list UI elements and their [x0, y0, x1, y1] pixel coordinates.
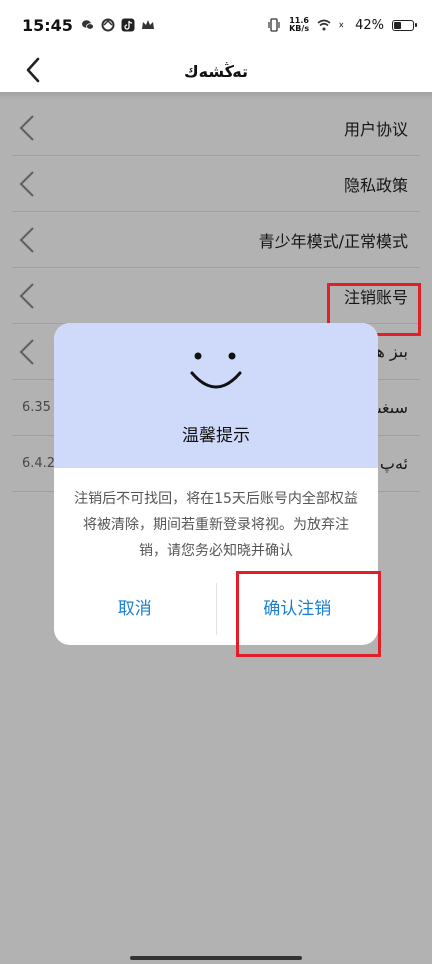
battery-fill: [394, 21, 401, 29]
dialog-message: 注销后不可找回，将在15天后账号内全部权益将被清除，期间若重新登录将视。为放弃注…: [74, 491, 358, 559]
nav-bar: تەڭشەك: [0, 50, 432, 92]
net-speed-unit: KB/s: [289, 24, 310, 33]
status-right: 11.6 KB/s 42%: [267, 17, 417, 33]
smiley-icon: [190, 352, 242, 389]
highlight-box-confirm: [236, 571, 381, 657]
net-speed: 11.6 KB/s: [289, 17, 309, 33]
tiktok-icon: [121, 18, 135, 32]
crown-icon: [141, 20, 154, 29]
wifi-icon: [317, 19, 331, 31]
back-icon[interactable]: [20, 56, 48, 84]
status-time: 15:45: [22, 15, 73, 35]
page-title: تەڭشەك: [184, 61, 248, 81]
dialog-header: 温馨提示: [54, 323, 378, 468]
sim-off-icon: [339, 22, 344, 28]
sync-icon: [101, 18, 115, 32]
vibrate-icon: [268, 18, 280, 32]
battery-icon: [392, 19, 417, 31]
dialog-title: 温馨提示: [182, 426, 250, 446]
wechat-icon: [81, 20, 94, 30]
battery-percent: 42%: [355, 17, 384, 33]
home-indicator[interactable]: [130, 956, 302, 960]
status-bar: 15:45 11.6 KB/s 42%: [0, 0, 432, 50]
cancel-button[interactable]: 取消: [54, 584, 216, 634]
status-left-icons: [81, 18, 155, 32]
